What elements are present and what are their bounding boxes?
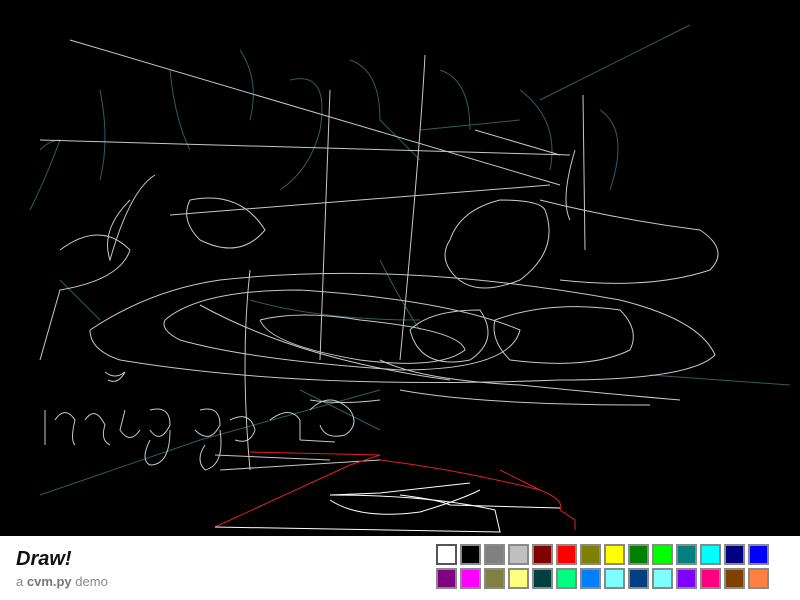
color-swatch[interactable] [508, 568, 529, 589]
color-swatch[interactable] [484, 568, 505, 589]
subtitle-suffix: demo [75, 574, 108, 589]
subtitle-prefix: a [16, 574, 24, 589]
color-swatch[interactable] [580, 544, 601, 565]
teal-strokes [29, 24, 791, 496]
color-swatch[interactable] [676, 544, 697, 565]
color-swatch[interactable] [532, 568, 553, 589]
drawing-strokes [29, 24, 791, 533]
color-swatch[interactable] [532, 544, 553, 565]
color-swatch[interactable] [628, 568, 649, 589]
color-swatch[interactable] [676, 568, 697, 589]
color-swatch[interactable] [604, 544, 625, 565]
bottom-panel: Draw! a cvm.py demo [0, 536, 800, 600]
color-swatch[interactable] [748, 568, 769, 589]
color-swatch[interactable] [484, 544, 505, 565]
color-swatch[interactable] [436, 568, 457, 589]
color-swatch[interactable] [652, 568, 673, 589]
color-swatch[interactable] [436, 544, 457, 565]
color-swatch[interactable] [748, 544, 769, 565]
color-swatch[interactable] [580, 568, 601, 589]
color-swatch[interactable] [460, 568, 481, 589]
app-title: Draw! [16, 548, 72, 570]
color-swatch[interactable] [724, 544, 745, 565]
color-swatch[interactable] [724, 568, 745, 589]
color-swatch[interactable] [508, 544, 529, 565]
color-swatch[interactable] [652, 544, 673, 565]
app-subtitle: a cvm.py demo [16, 574, 108, 589]
color-palette [436, 544, 796, 596]
color-swatch[interactable] [556, 544, 577, 565]
color-swatch[interactable] [628, 544, 649, 565]
color-swatch[interactable] [700, 568, 721, 589]
color-swatch[interactable] [556, 568, 577, 589]
color-swatch[interactable] [460, 544, 481, 565]
subtitle-lib: cvm.py [26, 574, 72, 589]
white-strokes [214, 482, 561, 533]
color-swatch[interactable] [700, 544, 721, 565]
drawing-canvas[interactable] [0, 0, 800, 536]
color-swatch[interactable] [604, 568, 625, 589]
